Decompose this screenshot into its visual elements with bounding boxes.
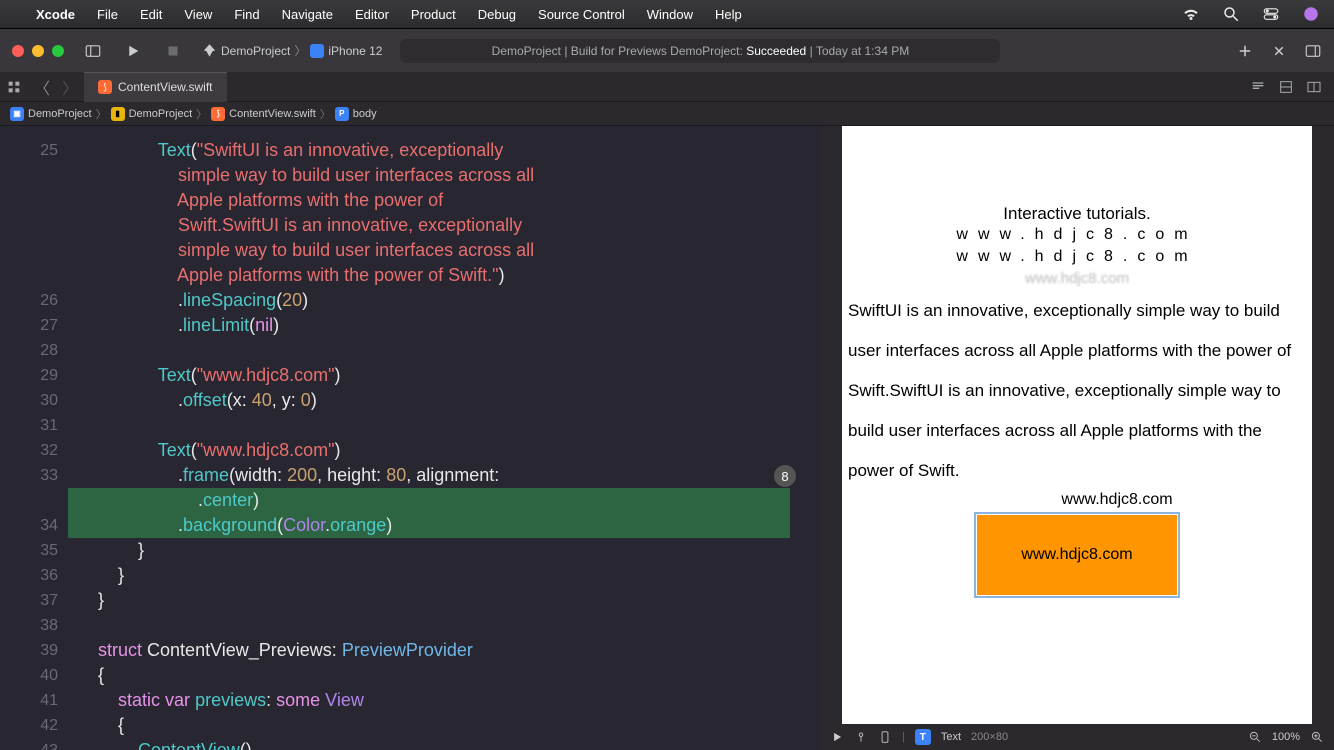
jumpbar-item-2[interactable]: ContentView.swift bbox=[229, 108, 316, 120]
file-tab[interactable]: ⟆ ContentView.swift bbox=[84, 72, 227, 102]
preview-tracked-1: www.hdjc8.com bbox=[842, 224, 1312, 246]
preview-paragraph: SwiftUI is an innovative, exceptionally … bbox=[842, 291, 1312, 491]
spotlight-icon[interactable] bbox=[1222, 5, 1240, 23]
add-button[interactable] bbox=[1236, 42, 1254, 60]
menu-file[interactable]: File bbox=[97, 7, 118, 22]
zoom-window-button[interactable] bbox=[52, 45, 64, 57]
zoom-in-button[interactable] bbox=[1310, 730, 1324, 744]
scheme-project-label: DemoProject bbox=[221, 44, 290, 58]
adjust-editor-button[interactable] bbox=[1278, 79, 1294, 95]
jump-bar[interactable]: ▣ DemoProject 〉 ▮ DemoProject 〉 ⟆ Conten… bbox=[0, 102, 1334, 126]
menu-edit[interactable]: Edit bbox=[140, 7, 162, 22]
scheme-device-label: iPhone 12 bbox=[328, 44, 382, 58]
jumpbar-item-1[interactable]: DemoProject bbox=[129, 108, 193, 120]
selection-dims: 200×80 bbox=[971, 731, 1008, 743]
preview-blurred-url: www.hdjc8.com bbox=[842, 270, 1312, 287]
menu-find[interactable]: Find bbox=[234, 7, 259, 22]
preview-pane: Interactive tutorials. www.hdjc8.com www… bbox=[820, 126, 1334, 750]
swift-icon: ⟆ bbox=[211, 107, 225, 121]
menu-debug[interactable]: Debug bbox=[478, 7, 516, 22]
preview-box-label: www.hdjc8.com bbox=[1021, 546, 1132, 564]
minimize-window-button[interactable] bbox=[32, 45, 44, 57]
selection-type-icon: T bbox=[915, 729, 931, 745]
activity-status: DemoProject | Build for Previews DemoPro… bbox=[400, 39, 1000, 63]
control-center-icon[interactable] bbox=[1262, 5, 1280, 23]
preview-pin-button[interactable] bbox=[854, 730, 868, 744]
status-result: Succeeded bbox=[746, 44, 806, 58]
scheme-selector[interactable]: DemoProject 〉 iPhone 12 bbox=[202, 42, 382, 59]
preview-tracked-2: www.hdjc8.com bbox=[842, 246, 1312, 268]
menu-window[interactable]: Window bbox=[647, 7, 693, 22]
wifi-icon[interactable] bbox=[1182, 5, 1200, 23]
status-time: | Today at 1:34 PM bbox=[810, 44, 910, 58]
add-editor-button[interactable] bbox=[1306, 79, 1322, 95]
minimap-button[interactable] bbox=[1250, 79, 1266, 95]
status-prefix: DemoProject | Build for Previews DemoPro… bbox=[492, 44, 743, 58]
nav-back-button[interactable]: 〈 bbox=[28, 75, 56, 99]
library-button[interactable] bbox=[1270, 42, 1288, 60]
selection-type-label: Text bbox=[941, 731, 961, 743]
preview-offset-url: www.hdjc8.com bbox=[842, 491, 1312, 509]
code-editor[interactable]: 25262728293031323334353637383940414243 T… bbox=[0, 126, 820, 750]
line-annotation-badge[interactable]: 8 bbox=[774, 465, 796, 487]
xcode-toolbar: DemoProject 〉 iPhone 12 DemoProject | Bu… bbox=[0, 28, 1334, 72]
menu-navigate[interactable]: Navigate bbox=[282, 7, 333, 22]
jumpbar-item-0[interactable]: DemoProject bbox=[28, 108, 92, 120]
zoom-level[interactable]: 100% bbox=[1272, 731, 1300, 743]
close-window-button[interactable] bbox=[12, 45, 24, 57]
siri-icon[interactable] bbox=[1302, 5, 1320, 23]
stop-button[interactable] bbox=[162, 40, 184, 62]
toggle-navigator-button[interactable] bbox=[82, 40, 104, 62]
swift-file-icon: ⟆ bbox=[98, 80, 112, 94]
preview-orange-box[interactable]: www.hdjc8.com bbox=[977, 515, 1177, 595]
preview-canvas[interactable]: Interactive tutorials. www.hdjc8.com www… bbox=[842, 126, 1312, 724]
line-gutter: 25262728293031323334353637383940414243 bbox=[0, 138, 68, 750]
zoom-out-button[interactable] bbox=[1248, 730, 1262, 744]
property-icon: P bbox=[335, 107, 349, 121]
project-icon: ▣ bbox=[10, 107, 24, 121]
jumpbar-item-3[interactable]: body bbox=[353, 108, 377, 120]
related-items-button[interactable] bbox=[0, 79, 28, 95]
preview-live-button[interactable] bbox=[830, 730, 844, 744]
app-menu[interactable]: Xcode bbox=[36, 7, 75, 22]
menu-help[interactable]: Help bbox=[715, 7, 742, 22]
toggle-inspector-button[interactable] bbox=[1304, 42, 1322, 60]
preview-device-button[interactable] bbox=[878, 730, 892, 744]
menu-product[interactable]: Product bbox=[411, 7, 456, 22]
file-tab-label: ContentView.swift bbox=[118, 80, 213, 94]
menu-view[interactable]: View bbox=[184, 7, 212, 22]
nav-forward-button[interactable]: 〉 bbox=[56, 75, 84, 99]
preview-title: Interactive tutorials. bbox=[842, 204, 1312, 224]
menu-source-control[interactable]: Source Control bbox=[538, 7, 625, 22]
window-traffic-lights bbox=[12, 45, 64, 57]
preview-bottom-bar: | T Text 200×80 100% bbox=[820, 724, 1334, 750]
folder-icon: ▮ bbox=[111, 107, 125, 121]
code-content[interactable]: Text("SwiftUI is an innovative, exceptio… bbox=[78, 138, 812, 750]
menu-editor[interactable]: Editor bbox=[355, 7, 389, 22]
editor-tabbar: 〈 〉 ⟆ ContentView.swift bbox=[0, 72, 1334, 102]
device-icon bbox=[310, 44, 324, 58]
run-button[interactable] bbox=[122, 40, 144, 62]
macos-menubar: Xcode File Edit View Find Navigate Edito… bbox=[0, 0, 1334, 28]
